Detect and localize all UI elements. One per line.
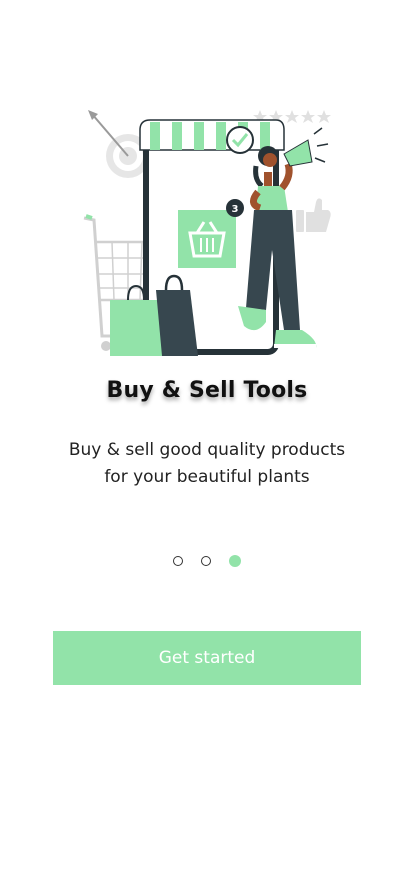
- badge-count: 3: [232, 204, 239, 215]
- page-indicator: [0, 554, 414, 568]
- page-dot-3[interactable]: [229, 555, 241, 567]
- page-dot-2[interactable]: [201, 556, 211, 566]
- shopping-illustration: 3: [70, 100, 340, 360]
- get-started-button[interactable]: Get started: [53, 631, 361, 685]
- subtitle-line-2: for your beautiful plants: [104, 467, 310, 487]
- page-dot-1[interactable]: [173, 556, 183, 566]
- onboarding-title: Buy & Sell Tools: [106, 378, 308, 403]
- onboarding-subtitle: Buy & sell good quality products for you…: [40, 437, 374, 491]
- thumbs-up-icon: [296, 198, 331, 232]
- subtitle-line-1: Buy & sell good quality products: [68, 440, 346, 460]
